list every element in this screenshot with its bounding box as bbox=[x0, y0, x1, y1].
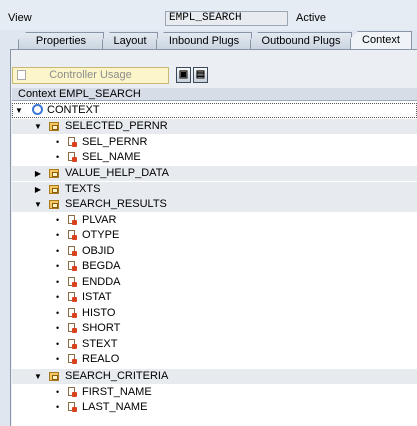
tree-node-label: SEARCH_RESULTS bbox=[65, 198, 167, 210]
tree-attr-begda[interactable]: • BEGDA bbox=[12, 259, 417, 274]
tree-node-label: SEARCH_CRITERIA bbox=[65, 370, 169, 382]
collapse-arrow-icon[interactable]: ▼ bbox=[15, 103, 23, 118]
view-name-field[interactable]: EMPL_SEARCH bbox=[165, 11, 288, 26]
tree-node-search-criteria[interactable]: ▼ SEARCH_CRITERIA bbox=[12, 369, 417, 384]
bullet-icon: • bbox=[56, 230, 60, 240]
attribute-icon bbox=[68, 137, 77, 148]
attribute-icon bbox=[68, 246, 77, 257]
tree-attr-first-name[interactable]: • FIRST_NAME bbox=[12, 385, 417, 400]
attribute-icon bbox=[68, 308, 77, 319]
tree-attr-label: SEL_NAME bbox=[82, 151, 141, 163]
tree-node-label: TEXTS bbox=[65, 183, 101, 195]
tree-attr-otype[interactable]: • OTYPE bbox=[12, 228, 417, 243]
attribute-icon bbox=[68, 354, 77, 365]
tree-attr-last-name[interactable]: • LAST_NAME bbox=[12, 400, 417, 415]
tree-attr-label: LAST_NAME bbox=[82, 401, 148, 413]
tree-node-selected-pernr[interactable]: ▼ SELECTED_PERNR bbox=[12, 119, 417, 134]
binoculars-icon[interactable]: ▣ bbox=[176, 67, 191, 83]
tree-node-value-help-data[interactable]: ▶ VALUE_HELP_DATA bbox=[12, 166, 417, 181]
collapse-arrow-icon[interactable]: ▼ bbox=[34, 197, 42, 212]
tab-context[interactable]: Context bbox=[350, 31, 412, 50]
binoculars-next-icon[interactable]: ▤ bbox=[193, 67, 208, 83]
controller-usage-button[interactable]: Controller Usage bbox=[12, 67, 169, 84]
tree-attr-stext[interactable]: • STEXT bbox=[12, 337, 417, 352]
bullet-icon: • bbox=[56, 152, 60, 162]
tree-attr-istat[interactable]: • ISTAT bbox=[12, 290, 417, 305]
tree-node-texts[interactable]: ▶ TEXTS bbox=[12, 182, 417, 197]
collapse-arrow-icon[interactable]: ▼ bbox=[34, 119, 42, 134]
tree-attr-label: BEGDA bbox=[82, 260, 121, 272]
bullet-icon: • bbox=[56, 402, 60, 412]
tree-root[interactable]: ▼ CONTEXT bbox=[12, 103, 417, 118]
expand-arrow-icon[interactable]: ▶ bbox=[34, 166, 42, 181]
context-node-icon bbox=[49, 169, 59, 178]
bullet-icon: • bbox=[56, 277, 60, 287]
attribute-icon bbox=[68, 215, 77, 226]
tab-layout[interactable]: Layout bbox=[102, 32, 158, 50]
tree-attr-label: ISTAT bbox=[82, 291, 112, 303]
bullet-icon: • bbox=[56, 339, 60, 349]
bullet-icon: • bbox=[56, 246, 60, 256]
view-header: View EMPL_SEARCH Active bbox=[0, 0, 417, 30]
view-status: Active bbox=[296, 12, 326, 24]
tab-strip: Properties Layout Inbound Plugs Outbound… bbox=[10, 31, 417, 50]
tree-attr-histo[interactable]: • HISTO bbox=[12, 306, 417, 321]
tab-outbound-plugs[interactable]: Outbound Plugs bbox=[250, 32, 352, 50]
attribute-icon bbox=[68, 292, 77, 303]
tree-attr-objid[interactable]: • OBJID bbox=[12, 244, 417, 259]
context-node-icon bbox=[49, 122, 59, 131]
tree-attr-sel-pernr[interactable]: • SEL_PERNR bbox=[12, 135, 417, 150]
tree-attr-label: SEL_PERNR bbox=[82, 136, 148, 148]
tree-attr-label: ENDDA bbox=[82, 276, 121, 288]
bullet-icon: • bbox=[56, 261, 60, 271]
tree-header: Context EMPL_SEARCH bbox=[12, 88, 417, 101]
tree-node-search-results[interactable]: ▼ SEARCH_RESULTS bbox=[12, 197, 417, 212]
context-root-icon bbox=[32, 104, 43, 115]
tree-node-label: VALUE_HELP_DATA bbox=[65, 167, 169, 179]
attribute-icon bbox=[68, 323, 77, 334]
context-tree: ▼ CONTEXT ▼ SELECTED_PERNR • SEL_PERNR •… bbox=[12, 101, 417, 426]
tree-attr-label: REALO bbox=[82, 353, 120, 365]
expand-arrow-icon[interactable]: ▶ bbox=[34, 182, 42, 197]
tree-attr-label: SHORT bbox=[82, 322, 121, 334]
tree-attr-plvar[interactable]: • PLVAR bbox=[12, 213, 417, 228]
attribute-icon bbox=[68, 261, 77, 272]
tree-node-label: CONTEXT bbox=[47, 104, 100, 116]
bullet-icon: • bbox=[56, 354, 60, 364]
attribute-icon bbox=[68, 387, 77, 398]
bullet-icon: • bbox=[56, 215, 60, 225]
attribute-icon bbox=[68, 402, 77, 413]
bullet-icon: • bbox=[56, 308, 60, 318]
attribute-icon bbox=[68, 339, 77, 350]
attribute-icon bbox=[68, 277, 77, 288]
tree-node-label: SELECTED_PERNR bbox=[65, 120, 168, 132]
attribute-icon bbox=[68, 152, 77, 163]
bullet-icon: • bbox=[56, 323, 60, 333]
view-label: View bbox=[8, 12, 32, 24]
tab-inbound-plugs[interactable]: Inbound Plugs bbox=[156, 32, 252, 50]
tree-attr-label: HISTO bbox=[82, 307, 116, 319]
collapse-arrow-icon[interactable]: ▼ bbox=[34, 369, 42, 384]
context-node-icon bbox=[49, 372, 59, 381]
tree-attr-sel-name[interactable]: • SEL_NAME bbox=[12, 150, 417, 165]
controller-usage-label: Controller Usage bbox=[49, 69, 132, 81]
tree-attr-label: FIRST_NAME bbox=[82, 386, 152, 398]
bullet-icon: • bbox=[56, 137, 60, 147]
tree-attr-short[interactable]: • SHORT bbox=[12, 321, 417, 336]
tree-attr-label: PLVAR bbox=[82, 214, 117, 226]
tree-attr-endda[interactable]: • ENDDA bbox=[12, 275, 417, 290]
context-node-icon bbox=[49, 185, 59, 194]
bullet-icon: • bbox=[56, 292, 60, 302]
attribute-icon bbox=[68, 230, 77, 241]
panel-edge bbox=[10, 50, 11, 426]
tree-attr-label: STEXT bbox=[82, 338, 118, 350]
document-icon bbox=[17, 70, 26, 80]
tab-properties[interactable]: Properties bbox=[18, 32, 104, 50]
tree-attr-realo[interactable]: • REALO bbox=[12, 352, 417, 367]
tree-attr-label: OTYPE bbox=[82, 229, 120, 241]
tree-attr-label: OBJID bbox=[82, 245, 115, 257]
bullet-icon: • bbox=[56, 387, 60, 397]
context-node-icon bbox=[49, 200, 59, 209]
